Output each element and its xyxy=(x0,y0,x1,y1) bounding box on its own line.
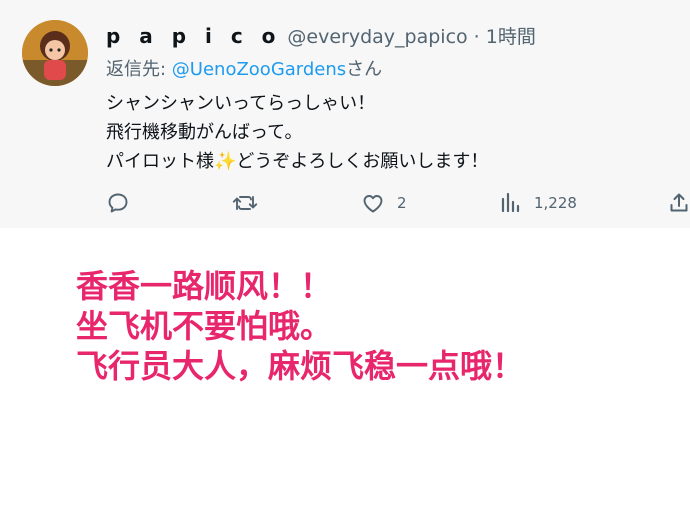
tweet-line-3: パイロット様✨どうぞよろしくお願いします！ xyxy=(106,147,488,176)
caption-line-2: 坐飞机不要怕哦。 xyxy=(76,307,333,345)
reply-suffix: さん xyxy=(346,59,383,80)
retweet-button[interactable] xyxy=(232,188,258,218)
caption-line-3: 飞行员大人，麻烦飞稳一点哦！ xyxy=(76,347,525,385)
sparkles-emoji: ✨ xyxy=(214,151,237,172)
tweet-card: p a p i c o @everyday_papico · 1時間 返信先: … xyxy=(0,0,690,228)
tweet-actions-bar: 2 1,228 xyxy=(0,188,690,218)
like-count: 2 xyxy=(397,194,407,212)
share-upload-icon xyxy=(670,193,688,212)
tweet-line-3-end: どうぞよろしくお願いします！ xyxy=(236,151,489,172)
bar-chart-icon xyxy=(501,192,520,213)
retweet-icon xyxy=(232,196,258,210)
display-name[interactable]: p a p i c o xyxy=(106,24,281,48)
reply-prefix: 返信先: xyxy=(106,59,172,80)
like-button[interactable]: 2 xyxy=(361,188,407,218)
tweet-body: シャンシャンいってらっしゃい！ 飛行機移動がんばって。 パイロット様✨どうぞよろ… xyxy=(106,89,488,176)
tweet-line-2: 飛行機移動がんばって。 xyxy=(106,122,303,143)
reply-button[interactable] xyxy=(106,188,130,218)
reply-bubble-icon xyxy=(108,193,128,213)
tweet-line-3-start: パイロット様 xyxy=(106,151,214,172)
caption-line-1: 香香一路顺风！！ xyxy=(76,267,333,305)
reply-mention-link[interactable]: @UenoZooGardens xyxy=(172,59,346,80)
handle-and-time[interactable]: @everyday_papico · 1時間 xyxy=(287,22,535,49)
chinese-caption: 香香一路顺风！！ 坐飞机不要怕哦。 飞行员大人，麻烦飞稳一点哦！ xyxy=(76,266,524,386)
avatar[interactable] xyxy=(22,20,88,86)
views-button[interactable]: 1,228 xyxy=(500,188,577,218)
reply-to-line: 返信先: @UenoZooGardensさん xyxy=(106,55,382,81)
views-count: 1,228 xyxy=(534,194,577,212)
avatar-image xyxy=(22,20,88,86)
share-button[interactable] xyxy=(668,188,690,218)
tweet-header: p a p i c o @everyday_papico · 1時間 xyxy=(106,22,536,50)
heart-icon xyxy=(363,195,383,213)
tweet-line-1: シャンシャンいってらっしゃい！ xyxy=(106,93,376,114)
